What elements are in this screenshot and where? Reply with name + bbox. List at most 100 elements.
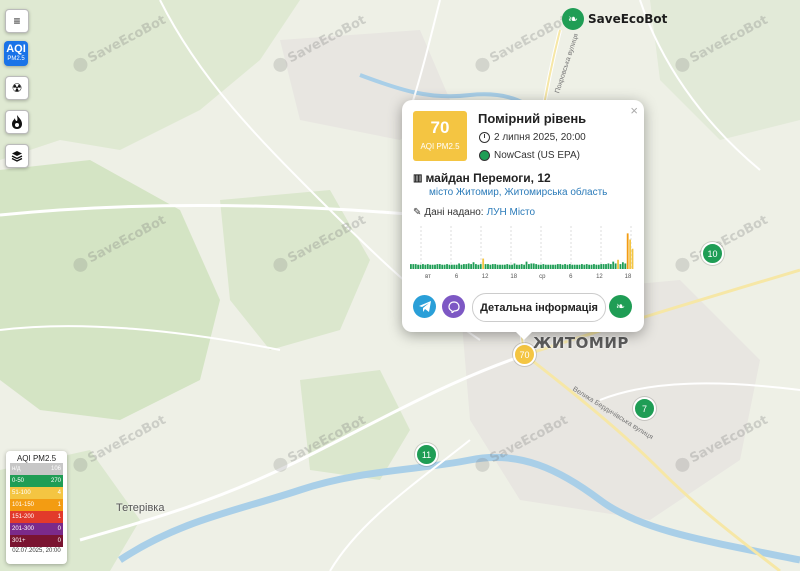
chart-bar[interactable]: [588, 264, 591, 269]
legend-row[interactable]: 101-150 1: [10, 499, 63, 511]
chart-bar[interactable]: [431, 264, 434, 269]
chart-bar[interactable]: [568, 264, 571, 269]
chart-bar[interactable]: [597, 264, 600, 269]
chart-bar[interactable]: [612, 261, 615, 269]
chart-bar[interactable]: [581, 264, 583, 269]
legend-row[interactable]: 201-300 0: [10, 523, 63, 535]
chart-bar[interactable]: [556, 264, 559, 269]
chart-bar[interactable]: [566, 264, 569, 269]
legend-row[interactable]: н/д 106: [10, 463, 63, 475]
chart-bar[interactable]: [535, 264, 538, 269]
chart-bar[interactable]: [528, 264, 530, 269]
station-marker[interactable]: 10: [701, 242, 724, 265]
chart-bar[interactable]: [513, 263, 516, 269]
chart-bar[interactable]: [520, 264, 523, 269]
chart-bar[interactable]: [441, 264, 444, 269]
chart-bar[interactable]: [482, 258, 485, 269]
chart-bar[interactable]: [410, 264, 412, 269]
chart-bar[interactable]: [414, 264, 417, 269]
chart-bar[interactable]: [424, 264, 427, 269]
chart-bar[interactable]: [503, 264, 506, 269]
chart-bar[interactable]: [460, 264, 463, 269]
chart-bar[interactable]: [590, 264, 593, 269]
chart-bar[interactable]: [626, 233, 629, 269]
chart-bar[interactable]: [552, 264, 554, 269]
chart-bar[interactable]: [595, 264, 598, 269]
chart-bar[interactable]: [453, 264, 456, 269]
chart-bar[interactable]: [523, 264, 526, 269]
telegram-button[interactable]: [413, 295, 436, 318]
chart-bar[interactable]: [465, 264, 468, 269]
chart-bar[interactable]: [511, 264, 513, 269]
chart-bar[interactable]: [544, 264, 547, 269]
chart-bar[interactable]: [614, 263, 617, 269]
fire-layer-button[interactable]: [5, 110, 29, 134]
viber-button[interactable]: [442, 295, 465, 318]
chart-bar[interactable]: [438, 264, 441, 269]
chart-bar[interactable]: [434, 264, 436, 269]
menu-button[interactable]: ≡: [5, 9, 29, 33]
aqi-history-chart[interactable]: вт 6 12 18 ср 6 12 18: [410, 224, 634, 280]
chart-bar[interactable]: [600, 264, 603, 269]
station-marker[interactable]: 70: [513, 343, 536, 366]
chart-bar[interactable]: [578, 264, 581, 269]
chart-bar[interactable]: [508, 264, 511, 269]
chart-bar[interactable]: [540, 264, 542, 269]
provider-link[interactable]: ЛУН Місто: [487, 207, 536, 218]
radiation-layer-button[interactable]: ☢: [5, 76, 29, 100]
chart-bar[interactable]: [487, 264, 489, 269]
chart-bar[interactable]: [602, 264, 605, 269]
chart-bar[interactable]: [475, 264, 477, 269]
chart-bar[interactable]: [458, 263, 460, 269]
chart-bar[interactable]: [496, 264, 499, 269]
chart-bar[interactable]: [532, 263, 535, 269]
map-background[interactable]: [0, 0, 800, 571]
station-marker[interactable]: 7: [633, 397, 656, 420]
chart-bar[interactable]: [631, 248, 634, 269]
station-city-link[interactable]: місто Житомир, Житомирська область: [429, 187, 607, 198]
legend-row[interactable]: 0-50 270: [10, 475, 63, 487]
chart-bar[interactable]: [494, 264, 497, 269]
chart-bar[interactable]: [472, 262, 475, 269]
chart-bar[interactable]: [573, 264, 576, 269]
legend-row[interactable]: 151-200 1: [10, 511, 63, 523]
chart-bar[interactable]: [559, 264, 562, 269]
chart-bar[interactable]: [617, 259, 619, 269]
chart-bar[interactable]: [426, 264, 429, 269]
chart-bar[interactable]: [506, 264, 509, 269]
chart-bar[interactable]: [547, 264, 550, 269]
chart-bar[interactable]: [629, 239, 631, 269]
chart-bar[interactable]: [455, 264, 458, 269]
chart-bar[interactable]: [609, 264, 612, 269]
chart-bar[interactable]: [479, 264, 482, 269]
chart-bar[interactable]: [484, 264, 487, 269]
aqi-layer-button[interactable]: AQI PM2.5: [4, 41, 28, 66]
chart-bar[interactable]: [542, 264, 545, 269]
chart-bar[interactable]: [585, 264, 588, 269]
chart-bar[interactable]: [624, 263, 627, 269]
chart-bar[interactable]: [537, 264, 540, 269]
chart-bar[interactable]: [450, 264, 453, 269]
chart-bar[interactable]: [593, 264, 595, 269]
chart-bar[interactable]: [446, 264, 448, 269]
chart-bar[interactable]: [564, 264, 566, 269]
chart-bar[interactable]: [518, 264, 521, 269]
close-icon[interactable]: ×: [630, 103, 638, 118]
chart-bar[interactable]: [576, 264, 578, 269]
chart-bar[interactable]: [515, 264, 518, 269]
chart-bar[interactable]: [607, 263, 610, 269]
chart-bar[interactable]: [462, 264, 465, 269]
chart-bar[interactable]: [491, 264, 494, 269]
chart-bar[interactable]: [448, 264, 451, 269]
legend-row[interactable]: 51-100 4: [10, 487, 63, 499]
layers-button[interactable]: [5, 144, 29, 168]
chart-bar[interactable]: [443, 264, 446, 269]
chart-bar[interactable]: [525, 261, 528, 269]
chart-bar[interactable]: [530, 263, 533, 269]
details-button[interactable]: Детальна інформація: [472, 293, 606, 322]
chart-bar[interactable]: [571, 264, 574, 269]
chart-bar[interactable]: [429, 264, 432, 269]
chart-bar[interactable]: [501, 264, 504, 269]
chart-bar[interactable]: [489, 264, 492, 269]
chart-bar[interactable]: [583, 264, 586, 269]
